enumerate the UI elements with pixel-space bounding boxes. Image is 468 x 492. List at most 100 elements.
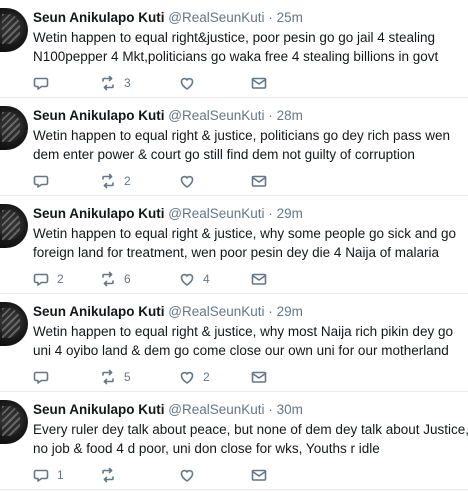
avatar[interactable]: [0, 106, 28, 150]
retweet-button[interactable]: 3: [100, 74, 131, 92]
reply-count: 2: [57, 272, 64, 286]
heart-icon: [180, 371, 194, 384]
tweet-text-line: Wetin happen to equal right & justice, p…: [33, 128, 450, 143]
retweet-icon: [102, 369, 114, 385]
envelope-icon: [251, 273, 267, 285]
author-name[interactable]: Seun Anikulapo Kuti: [33, 304, 165, 319]
reply-button[interactable]: [33, 172, 57, 190]
tweet-text-line: uni 4 oyibo land & dem go come close our…: [33, 343, 449, 358]
direct-message-button[interactable]: [251, 466, 267, 484]
tweet-text: Wetin happen to equal right & justice, w…: [33, 224, 463, 262]
reply-icon: [33, 371, 49, 384]
retweet-icon: [102, 75, 114, 91]
direct-message-button[interactable]: [251, 270, 267, 288]
tweet-text-line: Wetin happen to equal right & justice, w…: [33, 226, 457, 241]
tweet-timestamp[interactable]: 29m: [277, 304, 303, 319]
separator-dot: ·: [268, 304, 273, 319]
tweet[interactable]: Seun Anikulapo Kuti @RealSeunKuti · 29m …: [0, 294, 468, 392]
envelope-icon: [251, 175, 267, 187]
reply-button[interactable]: 2: [33, 270, 64, 288]
avatar[interactable]: [0, 400, 28, 444]
tweet-text-line: Wetin happen to equal right & justice, w…: [33, 324, 453, 339]
like-count: 4: [203, 272, 210, 286]
tweet-timestamp[interactable]: 30m: [277, 402, 303, 417]
tweet-actions: 1: [33, 466, 333, 484]
tweet-timestamp[interactable]: 28m: [277, 108, 303, 123]
reply-count: 1: [57, 468, 64, 482]
tweet-header: Seun Anikulapo Kuti @RealSeunKuti · 28m: [33, 107, 303, 124]
author-handle[interactable]: @RealSeunKuti: [168, 304, 264, 319]
tweet-text: Every ruler dey talk about peace, but no…: [33, 420, 468, 458]
author-name[interactable]: Seun Anikulapo Kuti: [33, 10, 165, 25]
tweet-text-line: dem enter power & court go still find de…: [33, 147, 415, 162]
retweet-count: 3: [124, 76, 131, 90]
envelope-icon: [251, 77, 267, 89]
like-button[interactable]: 2: [179, 368, 210, 386]
retweet-icon: [102, 467, 114, 483]
tweet-text: Wetin happen to equal right&justice, poo…: [33, 28, 463, 66]
tweet-header: Seun Anikulapo Kuti @RealSeunKuti · 30m: [33, 401, 303, 418]
separator-dot: ·: [268, 402, 273, 417]
heart-icon: [180, 77, 194, 90]
like-count: 2: [203, 370, 210, 384]
tweet-timestamp[interactable]: 25m: [277, 10, 303, 25]
retweet-icon: [102, 271, 114, 287]
tweet-text-line: Every ruler dey talk about peace, but no…: [33, 422, 468, 437]
direct-message-button[interactable]: [251, 368, 267, 386]
tweet-text-line: no job & food 4 d poor, uni don close fo…: [33, 441, 380, 456]
retweet-count: 6: [124, 272, 131, 286]
retweet-button[interactable]: 6: [100, 270, 131, 288]
retweet-button[interactable]: [100, 466, 124, 484]
heart-icon: [180, 469, 194, 482]
tweet-actions: 2 6 4: [33, 270, 333, 288]
tweet-actions: 3: [33, 74, 333, 92]
author-name[interactable]: Seun Anikulapo Kuti: [33, 206, 165, 221]
reply-button[interactable]: [33, 74, 57, 92]
separator-dot: ·: [268, 108, 273, 123]
tweet-text-line: N100pepper 4 Mkt,politicians go waka fre…: [33, 49, 439, 64]
reply-button[interactable]: 1: [33, 466, 64, 484]
tweet[interactable]: Seun Anikulapo Kuti @RealSeunKuti · 29m …: [0, 196, 468, 294]
avatar[interactable]: [0, 204, 28, 248]
timeline: Seun Anikulapo Kuti @RealSeunKuti · 25m …: [0, 0, 468, 490]
tweet-text-line: foreign land for treatment, wen poor pes…: [33, 245, 439, 260]
retweet-button[interactable]: 5: [100, 368, 131, 386]
direct-message-button[interactable]: [251, 74, 267, 92]
author-handle[interactable]: @RealSeunKuti: [168, 108, 264, 123]
retweet-button[interactable]: 2: [100, 172, 131, 190]
tweet-timestamp[interactable]: 29m: [277, 206, 303, 221]
tweet-actions: 2: [33, 172, 333, 190]
separator-dot: ·: [268, 10, 273, 25]
tweet[interactable]: Seun Anikulapo Kuti @RealSeunKuti · 30m …: [0, 392, 468, 490]
avatar[interactable]: [0, 8, 28, 52]
retweet-count: 5: [124, 370, 131, 384]
reply-button[interactable]: [33, 368, 57, 386]
like-button[interactable]: [179, 172, 203, 190]
envelope-icon: [251, 469, 267, 481]
avatar[interactable]: [0, 302, 28, 346]
tweet-header: Seun Anikulapo Kuti @RealSeunKuti · 29m: [33, 303, 303, 320]
tweet-text-line: Wetin happen to equal right&justice, poo…: [33, 30, 436, 45]
tweet-header: Seun Anikulapo Kuti @RealSeunKuti · 25m: [33, 9, 303, 26]
tweet[interactable]: Seun Anikulapo Kuti @RealSeunKuti · 28m …: [0, 98, 468, 196]
tweet[interactable]: Seun Anikulapo Kuti @RealSeunKuti · 25m …: [0, 0, 468, 98]
envelope-icon: [251, 371, 267, 383]
reply-icon: [33, 175, 49, 188]
retweet-count: 2: [124, 174, 131, 188]
like-button[interactable]: 4: [179, 270, 210, 288]
author-name[interactable]: Seun Anikulapo Kuti: [33, 402, 165, 417]
heart-icon: [180, 273, 194, 286]
author-handle[interactable]: @RealSeunKuti: [168, 10, 264, 25]
separator-dot: ·: [268, 206, 273, 221]
retweet-icon: [102, 173, 114, 189]
author-handle[interactable]: @RealSeunKuti: [168, 402, 264, 417]
author-name[interactable]: Seun Anikulapo Kuti: [33, 108, 165, 123]
author-handle[interactable]: @RealSeunKuti: [168, 206, 264, 221]
like-button[interactable]: [179, 74, 203, 92]
reply-icon: [33, 273, 49, 286]
like-button[interactable]: [179, 466, 203, 484]
reply-icon: [33, 469, 49, 482]
direct-message-button[interactable]: [251, 172, 267, 190]
heart-icon: [180, 175, 194, 188]
tweet-actions: 5 2: [33, 368, 333, 386]
